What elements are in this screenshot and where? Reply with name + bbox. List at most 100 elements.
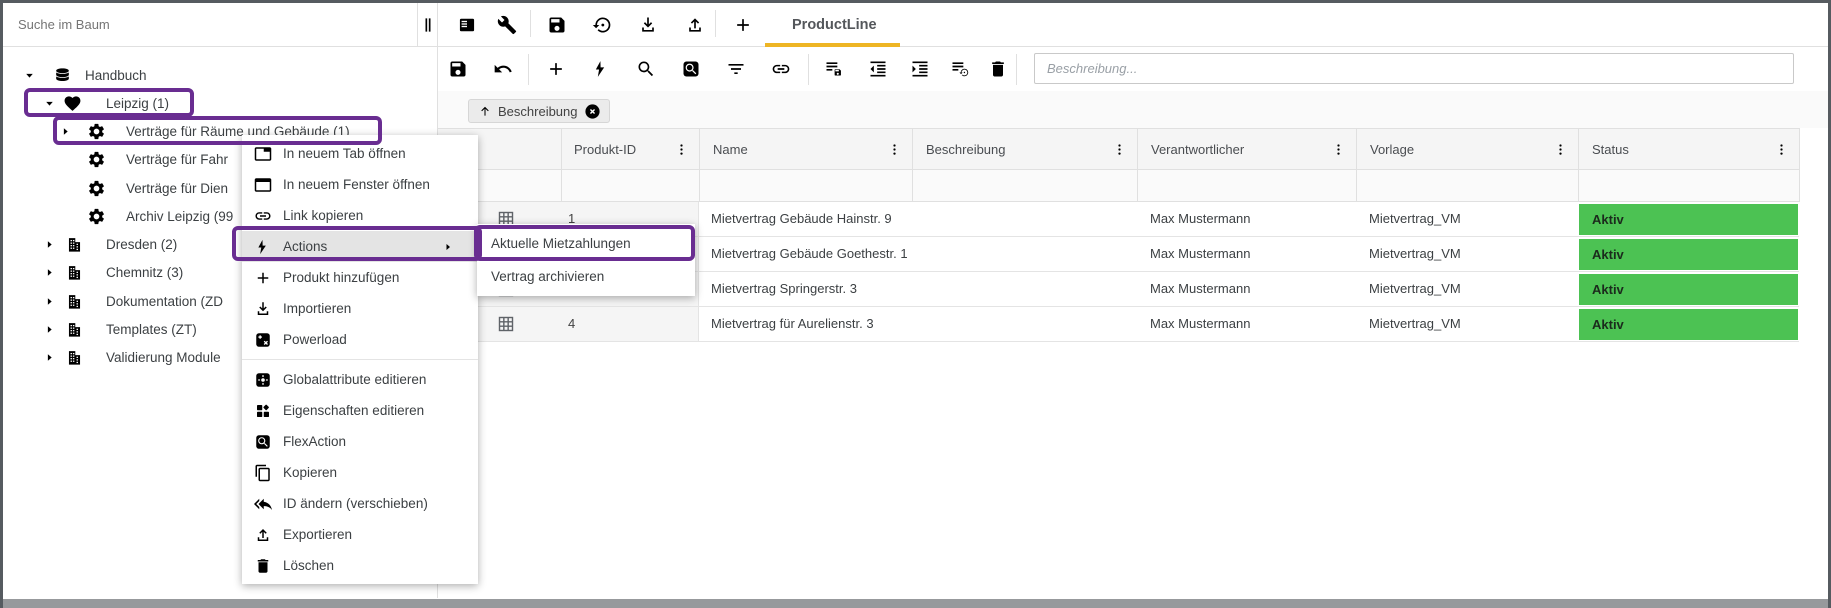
add-tab-icon[interactable] [733,15,753,35]
column-menu-icon[interactable] [1112,142,1127,157]
menu-item-label: Produkt hinzufügen [283,270,399,285]
tree-item-leipzig[interactable]: Leipzig (1) [3,90,437,118]
menu-item-kopieren[interactable]: Kopieren [242,457,478,488]
caret-right-icon[interactable] [43,351,56,364]
menu-item-actions[interactable]: Actions [242,231,478,262]
export-icon[interactable] [685,15,705,35]
vorlage-cell[interactable]: Mietvertrag_VM [1369,202,1461,236]
caret-down-icon[interactable] [23,69,36,82]
sort-ascending-icon [478,104,492,118]
column-menu-icon[interactable] [1774,142,1789,157]
submenu-item-aktuelle-mietzahlungen[interactable]: Aktuelle Mietzahlungen [477,227,695,260]
search-icon[interactable] [636,59,656,79]
verantwortlicher-cell[interactable]: Max Mustermann [1150,202,1250,236]
column-menu-icon[interactable] [887,142,902,157]
menu-separator [242,359,478,360]
import-icon [254,300,272,318]
heart-icon [63,94,82,113]
name-cell[interactable]: Mietvertrag Gebäude Goethestr. 1 [711,237,908,271]
actions-bolt-icon[interactable] [591,59,611,79]
splitter-drag-handle-icon[interactable] [418,15,438,35]
caret-right-icon[interactable] [43,295,56,308]
menu-item-produkt-hinzufuegen[interactable]: Produkt hinzufügen [242,262,478,293]
verantwortlicher-cell[interactable]: Max Mustermann [1150,272,1250,306]
tree-item-handbuch[interactable]: Handbuch [3,62,437,90]
link-icon[interactable] [771,59,791,79]
caret-right-icon[interactable] [43,266,56,279]
column-header-vorlage[interactable]: Vorlage [1356,128,1578,170]
menu-item-label: Powerload [283,332,347,347]
toolbar-separator [528,54,529,85]
menu-item-link-kopieren[interactable]: Link kopieren [242,200,478,231]
caret-right-icon[interactable] [43,323,56,336]
menu-item-importieren[interactable]: Importieren [242,293,478,324]
undo-icon[interactable] [493,59,513,79]
layout-panel-icon[interactable] [457,15,477,35]
column-header-beschreibung[interactable]: Beschreibung [912,128,1137,170]
history-icon[interactable] [592,15,612,35]
menu-item-in-neuem-tab-oeffnen[interactable]: In neuem Tab öffnen [242,138,478,169]
indent-icon[interactable] [910,59,930,79]
sort-chip-beschreibung[interactable]: Beschreibung [468,99,610,123]
menu-item-exportieren[interactable]: Exportieren [242,519,478,550]
menu-item-flexaction[interactable]: FlexAction [242,426,478,457]
name-cell[interactable]: Mietvertrag Gebäude Hainstr. 9 [711,202,892,236]
tab-productline[interactable]: ProductLine [792,15,877,35]
menu-item-globalattribute-editieren[interactable]: Globalattribute editieren [242,364,478,395]
menu-item-eigenschaften-editieren[interactable]: Eigenschaften editieren [242,395,478,426]
tree-item-label: Templates (ZT) [106,316,197,344]
outdent-icon[interactable] [868,59,888,79]
column-header-verantwortlicher[interactable]: Verantwortlicher [1137,128,1356,170]
menu-item-label: In neuem Tab öffnen [283,146,406,161]
column-label: Name [713,142,748,157]
export-icon [254,526,272,544]
column-menu-icon[interactable] [674,142,689,157]
status-badge[interactable]: Aktiv [1579,274,1798,305]
status-badge[interactable]: Aktiv [1579,204,1798,235]
menu-item-label: Link kopieren [283,208,363,223]
menu-item-id-aendern[interactable]: ID ändern (verschieben) [242,488,478,519]
submenu-item-vertrag-archivieren[interactable]: Vertrag archivieren [477,260,695,293]
column-menu-icon[interactable] [1553,142,1568,157]
delete-icon[interactable] [988,59,1008,79]
column-label: Vorlage [1370,142,1414,157]
submenu-item-label: Vertrag archivieren [491,269,604,284]
description-filter-input[interactable] [1034,53,1794,84]
save-icon[interactable] [448,59,468,79]
add-icon[interactable] [546,59,566,79]
name-cell[interactable]: Mietvertrag für Aurelienstr. 3 [711,307,874,341]
wrench-icon[interactable] [497,15,517,35]
import-icon[interactable] [638,15,658,35]
name-cell[interactable]: Mietvertrag Springerstr. 3 [711,272,857,306]
table-row[interactable]: 4 Mietvertrag für Aurelienstr. 3 Max Mus… [438,307,1799,342]
tree-search-input[interactable] [3,3,418,46]
menu-item-loeschen[interactable]: Löschen [242,550,478,581]
caret-right-icon[interactable] [43,238,56,251]
caret-right-icon[interactable] [59,125,72,138]
vorlage-cell[interactable]: Mietvertrag_VM [1369,307,1461,341]
status-badge[interactable]: Aktiv [1579,309,1798,340]
column-menu-icon[interactable] [1331,142,1346,157]
verantwortlicher-cell[interactable]: Max Mustermann [1150,237,1250,271]
remove-sort-icon[interactable] [584,103,601,120]
toolbar-separator [715,10,716,37]
vorlage-cell[interactable]: Mietvertrag_VM [1369,237,1461,271]
flex-action-icon[interactable] [681,59,701,79]
caret-down-icon[interactable] [43,97,56,110]
verantwortlicher-cell[interactable]: Max Mustermann [1150,307,1250,341]
table-filter-row[interactable] [438,170,1799,202]
tree-item-label: Chemnitz (3) [106,259,183,287]
rows-save-icon[interactable] [824,59,844,79]
save-icon[interactable] [547,15,567,35]
menu-item-in-neuem-fenster-oeffnen[interactable]: In neuem Fenster öffnen [242,169,478,200]
filter-icon[interactable] [726,59,746,79]
column-header-name[interactable]: Name [699,128,912,170]
column-header-status[interactable]: Status [1578,128,1799,170]
menu-item-powerload[interactable]: Powerload [242,324,478,355]
topbar-border [3,46,1828,47]
column-header-produkt-id[interactable]: Produkt-ID [561,128,699,170]
vorlage-cell[interactable]: Mietvertrag_VM [1369,272,1461,306]
rows-history-icon[interactable] [950,59,970,79]
status-badge[interactable]: Aktiv [1579,239,1798,270]
new-window-icon [254,176,272,194]
